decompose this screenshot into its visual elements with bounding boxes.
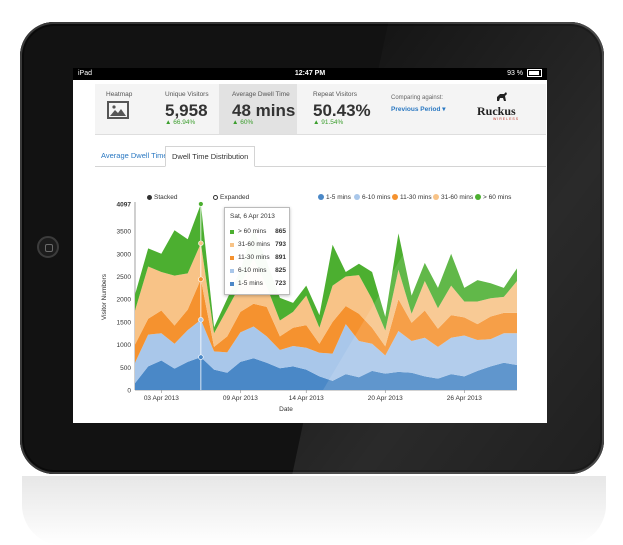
x-axis-title: Date (279, 406, 293, 413)
tooltip-swatch (230, 282, 234, 286)
tooltip-value: 891 (275, 254, 286, 261)
tooltip-swatch (230, 243, 234, 247)
tooltip-swatch (230, 256, 234, 260)
tooltip-value: 825 (275, 267, 286, 274)
x-tick-label: 09 Apr 2013 (223, 395, 258, 402)
tooltip-row: 1-5 mins 723 (230, 280, 286, 290)
tooltip-label: 11-30 mins (238, 254, 270, 261)
tooltip-swatch (230, 269, 234, 273)
tooltip-row: > 60 mins 865 (230, 228, 286, 238)
x-tick-label: 20 Apr 2013 (368, 395, 403, 402)
tooltip-label: > 60 mins (238, 228, 267, 235)
y-tick-label: 1500 (117, 319, 132, 326)
tooltip-value: 723 (275, 280, 286, 287)
chart-tooltip: Sat, 6 Apr 2013 > 60 mins 865 31-60 mins… (224, 207, 290, 295)
y-axis-title: Visitor Numbers (101, 273, 108, 320)
y-tick-label: 4097 (117, 202, 132, 209)
hover-marker (198, 276, 204, 282)
tooltip-row: 11-30 mins 891 (230, 254, 286, 264)
device-reflection (22, 476, 606, 545)
tooltip-value: 865 (275, 228, 286, 235)
hover-marker (198, 240, 204, 246)
hover-marker (198, 201, 204, 207)
hover-marker (198, 354, 204, 360)
tooltip-label: 1-5 mins (238, 280, 263, 287)
home-button[interactable] (37, 236, 59, 258)
y-tick-label: 500 (120, 365, 131, 372)
y-tick-label: 3500 (117, 229, 132, 236)
hover-marker (198, 317, 204, 323)
tooltip-label: 31-60 mins (238, 241, 271, 248)
ipad-screen: iPad 12:47 PM 93 % Heatmap Unique Visito… (73, 68, 547, 423)
tooltip-label: 6-10 mins (238, 267, 267, 274)
y-tick-label: 2500 (117, 274, 132, 281)
x-tick-label: 03 Apr 2013 (144, 395, 179, 402)
y-tick-label: 0 (127, 388, 131, 395)
tooltip-value: 793 (275, 241, 286, 248)
tooltip-swatch (230, 230, 234, 234)
dwell-distribution-chart: 0 500 1000 1500 2000 2500 3000 3500 4097 03 Apr 2… (101, 201, 517, 413)
tooltip-row: 6-10 mins 825 (230, 267, 286, 277)
x-tick-label: 14 Apr 2013 (289, 395, 324, 402)
x-tick-label: 26 Apr 2013 (447, 395, 482, 402)
tooltip-date: Sat, 6 Apr 2013 (230, 213, 275, 220)
tooltip-row: 31-60 mins 793 (230, 241, 286, 251)
y-tick-label: 2000 (117, 297, 132, 304)
y-tick-label: 3000 (117, 251, 132, 258)
y-tick-label: 1000 (117, 342, 132, 349)
